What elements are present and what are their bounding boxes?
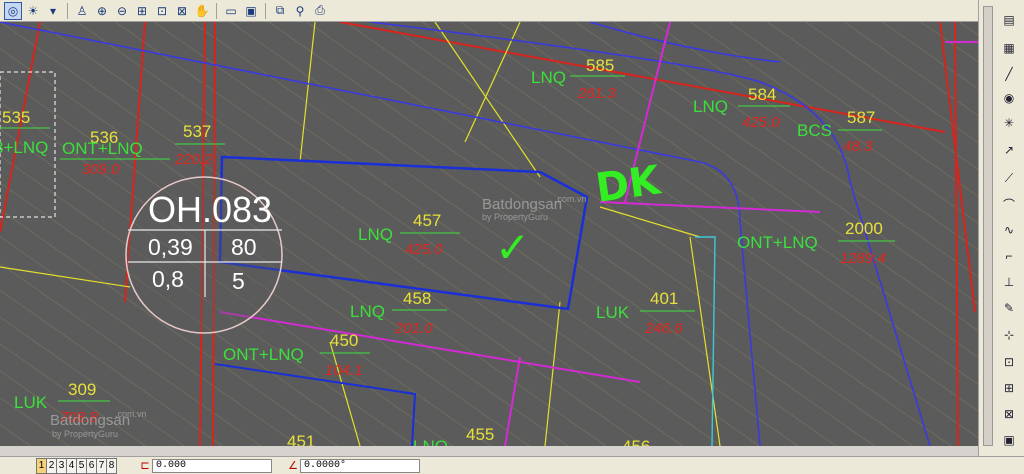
grid-icon[interactable]: ▦: [999, 38, 1019, 58]
zoom-fit-icon[interactable]: ⊠: [173, 2, 191, 20]
zoom-in-icon[interactable]: ⊕: [93, 2, 111, 20]
parcel-code-458: LNQ: [350, 302, 385, 321]
handwritten-dk: DK: [593, 157, 665, 212]
angle-icon: ∠: [288, 460, 298, 472]
parcel-code-584: LNQ: [693, 97, 728, 116]
watermark-sub: by PropertyGuru: [52, 429, 118, 439]
parcel-number-401: 401: [650, 289, 678, 308]
top-toolbar: ◎ ☀ ▾ ♙ ⊕ ⊖ ⊞ ⊡ ⊠ ✋ ▭ ▣ ⧉ ⚲ ⎙: [0, 0, 1024, 22]
cadastral-map: 535 3+LNQ 536 ONT+LNQ 309.0 537 220.2 58…: [0, 22, 978, 446]
circle-tool-icon[interactable]: ◉: [999, 88, 1019, 108]
zoning-height: 80: [231, 234, 257, 260]
parcel-area-450: 104.1: [325, 362, 363, 379]
parcel-code-fragment: 3+LNQ: [0, 138, 48, 157]
parcel-code-536: ONT+LNQ: [62, 139, 143, 158]
view-previous-icon[interactable]: ▭: [222, 2, 240, 20]
trim-tool-icon[interactable]: ⊥: [999, 272, 1019, 292]
status-bar: 1 2 3 4 5 6 7 8 ⊏ 0.000 ∠ 0.0000°: [0, 456, 1024, 474]
parcel-number-535: 535: [2, 108, 30, 127]
parcel-area-457: 425.0: [405, 241, 443, 258]
parcel-number-450: 450: [330, 331, 358, 350]
parcel-area-584: 425.0: [742, 114, 780, 131]
zoning-code: OH.083: [148, 189, 272, 230]
parcel-number-451: 451: [287, 432, 315, 446]
offset-tool-icon[interactable]: ⌐: [999, 246, 1019, 266]
pan-hand-icon[interactable]: ✋: [193, 2, 211, 20]
toolbar-divider: [216, 2, 217, 19]
measure-icon[interactable]: ♙: [73, 2, 91, 20]
parcel-area-458: 201.0: [394, 320, 433, 337]
polyline-tool-icon[interactable]: ⟋: [999, 168, 1019, 188]
page-tab-8[interactable]: 8: [106, 457, 117, 474]
parcel-number-456: 456: [622, 437, 650, 446]
zoom-out-icon[interactable]: ⊖: [113, 2, 131, 20]
parcel-code-309: LUK: [14, 393, 48, 412]
watermark-brand: Batdongsan: [482, 196, 562, 213]
toolbar-divider: [67, 2, 68, 19]
snap-settings-icon[interactable]: ⚲: [291, 2, 309, 20]
parcel-code-585: LNQ: [531, 68, 566, 87]
parcel-area-401: 246.6: [644, 320, 683, 337]
box-select-icon[interactable]: ⊠: [999, 404, 1019, 424]
distance-icon: ⊏: [140, 460, 150, 472]
watermark-domain: .com.vn: [115, 409, 147, 419]
parcel-code-2000: ONT+LNQ: [737, 233, 818, 252]
parcel-number-309: 309: [68, 380, 96, 399]
parcel-number-585: 585: [586, 56, 614, 75]
watermark-domain: .com.vn: [555, 194, 587, 204]
parcel-area-587: 48.3: [843, 138, 873, 155]
vertical-scrollbar[interactable]: [983, 6, 993, 446]
parcel-area-585: 261.3: [577, 85, 616, 102]
angle-field[interactable]: 0.0000°: [300, 458, 420, 473]
page-icon[interactable]: ▤: [999, 10, 1019, 30]
zoom-window-icon[interactable]: ⊡: [153, 2, 171, 20]
map-canvas[interactable]: 535 3+LNQ 536 ONT+LNQ 309.0 537 220.2 58…: [0, 22, 978, 446]
zoning-circle: OH.083 0,39 80 0,8 5: [125, 176, 283, 334]
print-icon[interactable]: ⎙: [311, 2, 329, 20]
parcel-code-401: LUK: [596, 303, 630, 322]
parcel-number-537: 537: [183, 122, 211, 141]
chevron-down-icon[interactable]: ▾: [44, 2, 62, 20]
parcel-number-587: 587: [847, 108, 875, 127]
edit-tool-icon[interactable]: ✎: [999, 298, 1019, 318]
parcel-number-457: 457: [413, 211, 441, 230]
parcel-code-587: BCS: [797, 121, 832, 140]
zoning-ratio: 0,8: [152, 266, 184, 292]
parcel-area-2000: 1289.4: [840, 250, 886, 267]
parcel-code-450: ONT+LNQ: [223, 345, 304, 364]
parcel-code-457: LNQ: [358, 225, 393, 244]
view-next-icon[interactable]: ▣: [242, 2, 260, 20]
table-tool-icon[interactable]: ▣: [999, 430, 1019, 450]
parcel-number-458: 458: [403, 289, 431, 308]
parcel-number-2000: 2000: [845, 219, 883, 238]
parcel-code-455: LNQ: [413, 437, 448, 446]
watermark-sub: by PropertyGuru: [482, 212, 548, 222]
right-toolbar: ▤ ▦ ╱ ◉ ✳ ↗ ⟋ ⌒ ∿ ⌐ ⊥ ✎ ⊹ ⊡ ⊞ ⊠ ▣: [978, 0, 1024, 458]
parcel-number-455: 455: [466, 425, 494, 444]
sun-icon[interactable]: ☀: [24, 2, 42, 20]
node-tool-icon[interactable]: ⊹: [999, 325, 1019, 345]
handwritten-checkmark: ✓: [495, 223, 530, 272]
curve-tool-icon[interactable]: ⌒: [999, 194, 1019, 214]
zoning-density: 0,39: [148, 234, 193, 260]
zoom-extent-icon[interactable]: ⊞: [133, 2, 151, 20]
bezier-tool-icon[interactable]: ∿: [999, 220, 1019, 240]
distance-field[interactable]: 0.000: [152, 458, 272, 473]
arc-tool-icon[interactable]: ↗: [999, 140, 1019, 160]
frame-tool-icon[interactable]: ⊞: [999, 378, 1019, 398]
parcel-area-536: 309.0: [82, 161, 120, 178]
toolbar-divider: [265, 2, 266, 19]
parcel-number-584: 584: [748, 85, 776, 104]
parcel-area-537: 220.2: [174, 151, 213, 168]
zoning-floors: 5: [232, 268, 245, 294]
rectangle-tool-icon[interactable]: ⊡: [999, 352, 1019, 372]
line-tool-icon[interactable]: ╱: [999, 64, 1019, 84]
select-tool-icon[interactable]: ◎: [4, 1, 22, 20]
layer-manager-icon[interactable]: ⧉: [271, 2, 289, 20]
star-tool-icon[interactable]: ✳: [999, 113, 1019, 133]
